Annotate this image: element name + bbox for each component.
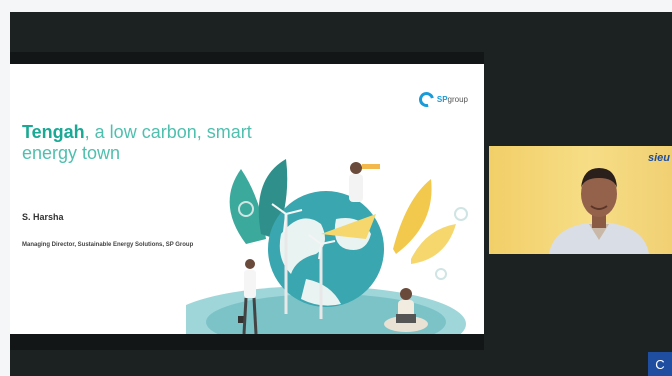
sp-logo-prefix: SP — [436, 95, 448, 104]
corner-button[interactable]: C — [648, 352, 672, 376]
presenter-role: Managing Director, Sustainable Energy So… — [22, 242, 194, 248]
participant-video[interactable]: sieu — [489, 146, 672, 254]
sp-logo-icon — [416, 89, 437, 110]
sp-group-logo: SPgroup — [416, 89, 468, 110]
energy-town-illustration-icon — [186, 159, 468, 334]
sp-logo-suffix: group — [447, 95, 468, 104]
shared-screen[interactable]: SPgroup Tengah, a low carbon, smart ener… — [10, 52, 484, 350]
presentation-slide: SPgroup Tengah, a low carbon, smart ener… — [10, 64, 484, 334]
speaker-avatar — [549, 168, 649, 254]
presenter-name: S. Harsha — [22, 212, 64, 222]
meeting-stage: SPgroup Tengah, a low carbon, smart ener… — [10, 12, 672, 376]
slide-title-strong: Tengah — [22, 122, 85, 142]
